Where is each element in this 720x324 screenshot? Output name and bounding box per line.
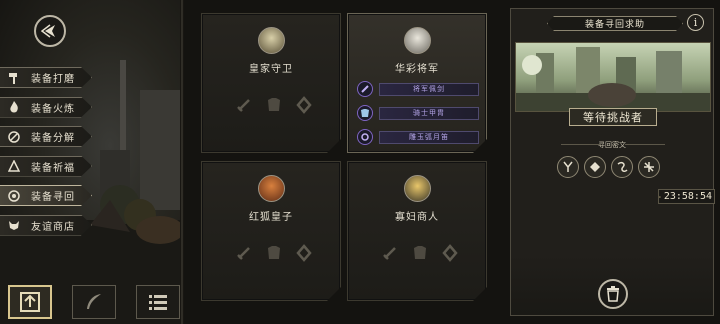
menu-item-recover[interactable]: 装备寻回	[0, 185, 92, 206]
timer-text: 23:58:54	[663, 191, 712, 202]
village-scene-image	[516, 47, 710, 111]
recover-icon	[7, 189, 21, 203]
rune-diamond-icon[interactable]	[584, 156, 606, 178]
list-icon	[149, 295, 167, 310]
side-menu: 装备打磨 装备火炼 装备分解 装备祈福 装备寻回 友谊商店	[0, 67, 92, 244]
menu-item-label: 装备寻回	[31, 192, 75, 203]
upload-icon	[20, 292, 40, 312]
accessory-slot-icon	[295, 96, 313, 114]
boss-scene-art	[515, 42, 711, 112]
sword-slot-icon	[381, 244, 399, 262]
flute-icon	[357, 129, 373, 145]
menu-item-polish[interactable]: 装备打磨	[0, 67, 92, 88]
royal-guard-portrait	[258, 27, 285, 54]
countdown-timer: 23:58:54	[658, 189, 715, 204]
bottom-toolbar	[8, 285, 180, 319]
upload-button[interactable]	[8, 285, 52, 319]
rune-y-icon[interactable]	[557, 156, 579, 178]
gear-item[interactable]: 雕玉弧月笛	[357, 129, 479, 145]
gear-slots	[235, 96, 313, 114]
boss-card-title: 皇家守卫	[249, 64, 293, 75]
back-arrow-icon	[41, 24, 55, 38]
feather-icon	[87, 294, 101, 309]
boss-card-title: 华彩将军	[395, 64, 439, 75]
boss-card-general[interactable]: 华彩将军 将军佩剑 骑士甲胄 雕玉弧月笛	[347, 13, 487, 153]
rune-list	[557, 156, 660, 178]
fox-shop-icon	[7, 218, 21, 232]
sword-slot-icon	[235, 244, 253, 262]
menu-item-label: 装备分解	[31, 133, 75, 144]
gear-item[interactable]: 骑士甲胄	[357, 105, 479, 121]
armor-slot-icon	[411, 244, 429, 262]
accessory-slot-icon	[441, 244, 459, 262]
menu-item-label: 装备打磨	[31, 74, 75, 85]
boss-card-title: 红狐皇子	[249, 212, 293, 223]
boss-card-widow-merchant[interactable]: 寡妇商人	[347, 161, 487, 301]
menu-item-forge[interactable]: 装备火炼	[0, 96, 92, 118]
gear-slots	[381, 244, 459, 262]
boss-card-fox-prince[interactable]: 红狐皇子	[201, 161, 341, 301]
gear-item-label: 骑士甲胄	[379, 106, 479, 120]
flame-icon	[7, 100, 21, 114]
feather-button[interactable]	[72, 285, 116, 319]
boss-card-title: 寡妇商人	[395, 212, 439, 223]
gear-slots	[235, 244, 313, 262]
menu-item-bless[interactable]: 装备祈福	[0, 155, 92, 177]
gear-list: 将军佩剑 骑士甲胄 雕玉弧月笛	[357, 81, 479, 153]
gear-item-label: 将军佩剑	[379, 82, 479, 96]
gear-item[interactable]: 将军佩剑	[357, 81, 479, 97]
hourglass-icon	[659, 195, 661, 198]
divider-right	[625, 144, 665, 145]
panel-title: 装备寻回求助	[547, 16, 683, 31]
discard-button[interactable]	[598, 279, 628, 309]
disassemble-icon	[7, 130, 21, 144]
boss-card-royal-guard[interactable]: 皇家守卫	[201, 13, 341, 153]
general-portrait	[404, 27, 431, 54]
blessing-icon	[7, 159, 21, 173]
widow-merchant-portrait	[404, 175, 431, 202]
menu-item-label: 装备祈福	[31, 162, 75, 174]
armor-icon	[357, 105, 373, 121]
hammer-icon	[7, 71, 21, 85]
gear-item-label: 雕玉弧月笛	[379, 130, 479, 144]
menu-item-label: 装备火炼	[31, 103, 75, 115]
recover-help-panel: 装备寻回求助 i 等待挑战者 寻回密文 23:58:54	[510, 8, 715, 316]
rune-title: 寻回密文	[598, 141, 626, 149]
sword-icon	[357, 81, 373, 97]
info-button[interactable]: i	[687, 14, 704, 31]
back-button[interactable]	[34, 15, 66, 47]
section-divider	[180, 0, 184, 324]
trash-icon	[607, 286, 619, 302]
fox-prince-portrait	[258, 175, 285, 202]
armor-slot-icon	[265, 244, 283, 262]
menu-item-label: 友谊商店	[31, 221, 75, 233]
accessory-slot-icon	[295, 244, 313, 262]
rune-swirl-icon[interactable]	[611, 156, 633, 178]
sword-slot-icon	[235, 96, 253, 114]
menu-item-friend-shop[interactable]: 友谊商店	[0, 214, 92, 236]
menu-item-disassemble[interactable]: 装备分解	[0, 126, 92, 147]
armor-slot-icon	[265, 96, 283, 114]
boss-name-plate: 等待挑战者	[569, 108, 657, 126]
list-button[interactable]	[136, 285, 180, 319]
rune-cross-icon[interactable]	[638, 156, 660, 178]
